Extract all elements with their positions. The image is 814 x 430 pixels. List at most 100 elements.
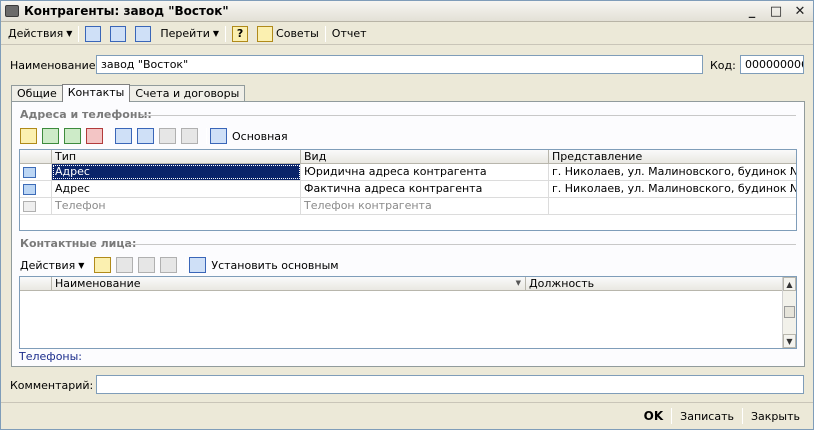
filter-menu-icon[interactable] [159, 128, 176, 144]
cell-representation[interactable]: г. Николаев, ул. Малиновского, будинок №… [549, 181, 796, 197]
addresses-toolbar: Основная [20, 126, 288, 146]
tab-accounts-contracts[interactable]: Счета и договоры [129, 85, 246, 102]
section-divider [128, 244, 796, 245]
column-header-name[interactable]: Наименование ▼ [52, 277, 526, 290]
chevron-down-icon: ▼ [66, 29, 73, 38]
copy-row-icon[interactable] [42, 128, 59, 144]
addresses-table-header: Тип Вид Представление [20, 150, 796, 164]
close-button[interactable]: Закрыть [746, 406, 805, 426]
tips-button[interactable]: Советы [254, 24, 322, 44]
column-header-position[interactable]: Должность [526, 277, 783, 290]
edit-row-icon[interactable] [64, 128, 81, 144]
main-toolbar: Действия ▼ Перейти ▼ ? Советы Отчет [1, 23, 813, 45]
tips-icon [257, 25, 274, 42]
column-header-type[interactable]: Тип [52, 150, 301, 163]
refresh-icon [135, 25, 152, 42]
add-contact-icon[interactable] [94, 257, 112, 273]
scroll-down-icon[interactable]: ▼ [783, 334, 796, 348]
column-header-kind[interactable]: Вид [301, 150, 549, 163]
tab-contacts[interactable]: Контакты [61, 84, 131, 102]
maximize-button[interactable]: □ [767, 3, 785, 19]
contacts-actions-menu-button[interactable]: Действия ▼ [20, 255, 87, 275]
cell-kind[interactable]: Юридична адреса контрагента [301, 164, 549, 180]
cell-representation[interactable]: г. Николаев, ул. Малиновского, будинок №… [549, 164, 796, 180]
address-icon [23, 166, 36, 178]
cell-kind[interactable]: Телефон контрагента [301, 198, 549, 214]
save-button[interactable]: Записать [675, 406, 739, 426]
contacts-table-header: Наименование ▼ Должность [20, 277, 783, 291]
app-icon [5, 5, 19, 17]
table-row[interactable]: Адрес Юридична адреса контрагента г. Ник… [20, 164, 796, 181]
contacts-scrollbar[interactable]: ▲ ▼ [782, 277, 796, 348]
contacts-section-title: Контактные лица: [20, 237, 137, 250]
addresses-table: Тип Вид Представление Адрес Юридична адр… [19, 149, 797, 231]
set-main-icon[interactable] [210, 128, 227, 144]
back-to-list-button[interactable] [82, 24, 107, 44]
name-label: Наименование: [10, 59, 100, 72]
title-bar: Контрагенты: завод "Восток" _ □ ✕ [1, 1, 813, 22]
name-field[interactable]: завод "Восток" [96, 55, 703, 74]
ok-button[interactable]: OK [639, 406, 669, 426]
toolbar-separator [225, 25, 227, 42]
table-row[interactable]: Адрес Фактична адреса контрагента г. Ник… [20, 181, 796, 198]
cell-type[interactable]: Адрес [52, 164, 301, 180]
table-row[interactable]: Телефон Телефон контрагента [20, 198, 796, 215]
toolbar-separator [671, 408, 673, 424]
edit-contact-icon[interactable] [138, 257, 156, 273]
comment-label: Комментарий: [10, 379, 94, 392]
actions-menu-button[interactable]: Действия ▼ [5, 24, 75, 44]
refresh-icon[interactable] [189, 257, 207, 273]
main-button[interactable]: Основная [232, 130, 288, 143]
icon-column-header [20, 150, 52, 163]
code-field[interactable]: 000000006 [740, 55, 804, 74]
icon-column-header [20, 277, 52, 290]
scroll-up-icon[interactable]: ▲ [783, 277, 796, 291]
goto-menu-button[interactable]: Перейти ▼ [157, 24, 222, 44]
code-label: Код: [710, 59, 736, 72]
contacts-table: Наименование ▼ Должность ▲ ▼ [19, 276, 797, 349]
cell-type[interactable]: Адрес [52, 181, 301, 197]
sort-arrow-icon: ▼ [515, 279, 521, 287]
refresh-button[interactable] [132, 24, 157, 44]
dialog-buttons: OK Записать Закрыть [1, 402, 813, 429]
delete-contact-icon[interactable] [160, 257, 178, 273]
close-window-button[interactable]: ✕ [791, 3, 809, 19]
set-main-contact-button[interactable]: Установить основным [211, 259, 338, 272]
toolbar-separator [206, 128, 207, 144]
chevron-down-icon: ▼ [212, 29, 220, 38]
goto-menu-label: Перейти [160, 27, 210, 40]
comment-field[interactable] [96, 375, 804, 394]
cell-type[interactable]: Телефон [52, 198, 301, 214]
minimize-button[interactable]: _ [743, 3, 761, 19]
cell-representation[interactable] [549, 198, 796, 214]
column-header-representation[interactable]: Представление [549, 150, 796, 163]
chevron-down-icon: ▼ [78, 260, 85, 270]
contacts-tab-panel: Адреса и телефоны: Основная Тип Вид Пред… [11, 101, 805, 367]
clear-filter-icon[interactable] [181, 128, 198, 144]
actions-menu-label: Действия [8, 27, 64, 40]
copy-contact-icon[interactable] [116, 257, 134, 273]
delete-row-icon[interactable] [86, 128, 103, 144]
address-icon [23, 183, 36, 195]
tab-strip: Общие Контакты Счета и договоры [11, 84, 246, 102]
structure-icon [110, 25, 127, 42]
toolbar-separator [324, 25, 326, 42]
report-button[interactable]: Отчет [329, 24, 370, 44]
structure-button[interactable] [107, 24, 132, 44]
sort-icon[interactable] [115, 128, 132, 144]
scroll-thumb[interactable] [784, 306, 795, 318]
contacts-actions-label: Действия [20, 258, 76, 272]
arrow-left-icon [85, 25, 102, 42]
phone-icon [23, 200, 36, 212]
cell-kind[interactable]: Фактична адреса контрагента [301, 181, 549, 197]
section-divider [140, 115, 796, 116]
phones-link[interactable]: Телефоны: [19, 350, 82, 363]
tab-general[interactable]: Общие [11, 85, 63, 102]
toolbar-separator [742, 408, 743, 424]
help-button[interactable]: ? [229, 24, 254, 44]
filter-icon[interactable] [137, 128, 154, 144]
report-label: Отчет [331, 27, 367, 40]
add-row-icon[interactable] [20, 128, 37, 144]
window-title: Контрагенты: завод "Восток" [24, 4, 229, 18]
toolbar-separator [185, 257, 187, 273]
